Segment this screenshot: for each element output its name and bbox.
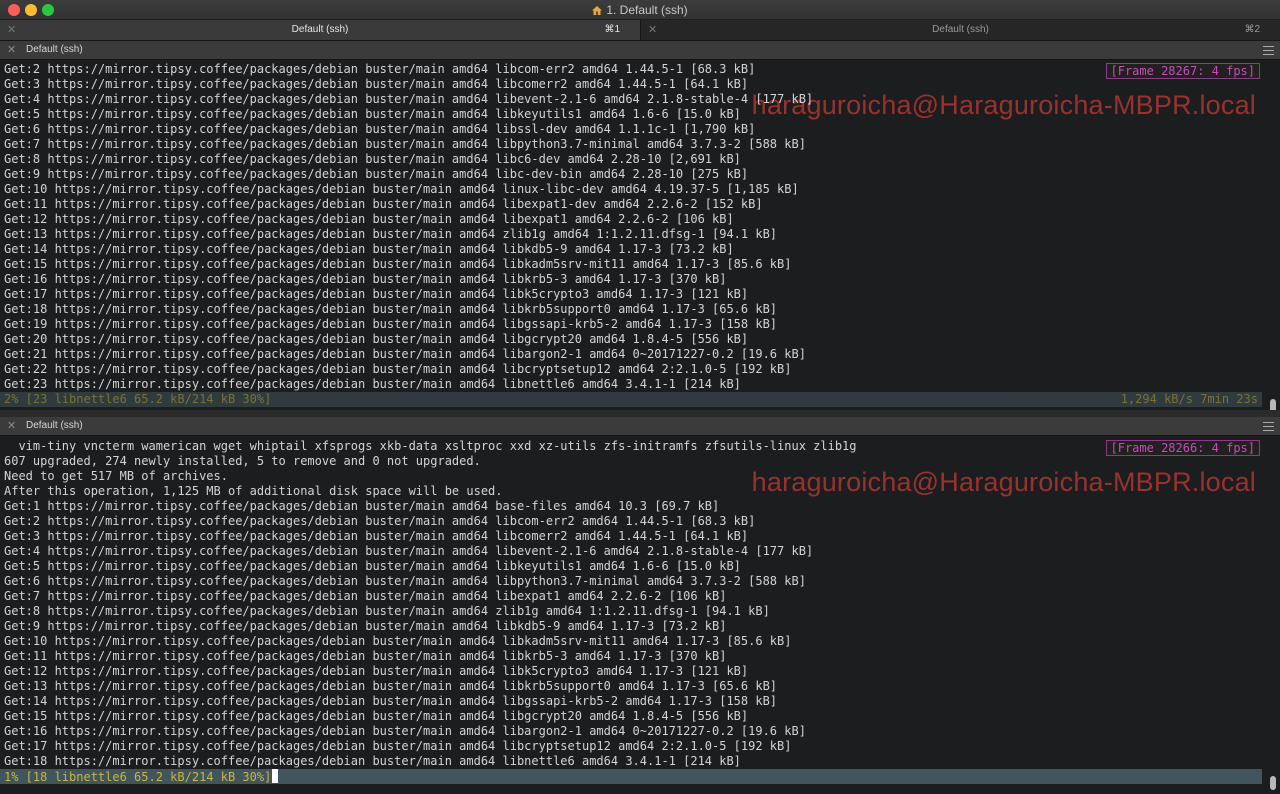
hostname-watermark: haraguroicha@Haraguroicha-MBPR.local — [751, 467, 1256, 497]
tab-shortcut: ⌘1 — [604, 24, 620, 35]
pane-divider[interactable] — [0, 410, 1280, 417]
tab-shortcut: ⌘2 — [1244, 24, 1260, 35]
pane-close-icon[interactable]: ✕ — [7, 43, 16, 56]
terminal-line: Get:7 https://mirror.tipsy.coffee/packag… — [4, 137, 806, 151]
terminal-line: vim-tiny vncterm wamerican wget whiptail… — [4, 439, 857, 453]
terminal-line: Get:13 https://mirror.tipsy.coffee/packa… — [4, 679, 778, 693]
terminal-line: Get:12 https://mirror.tipsy.coffee/packa… — [4, 212, 734, 226]
frame-rate-badge: [Frame 28266: 4 fps] — [1105, 440, 1260, 456]
tab-label: Default (ssh) — [932, 24, 989, 35]
terminal-line: Get:14 https://mirror.tipsy.coffee/packa… — [4, 242, 734, 256]
pane-close-icon[interactable]: ✕ — [7, 419, 16, 432]
terminal-line: Get:15 https://mirror.tipsy.coffee/packa… — [4, 257, 792, 271]
terminal-line: Get:5 https://mirror.tipsy.coffee/packag… — [4, 559, 741, 573]
bottom-pane-header: ✕ Default (ssh) — [0, 417, 1280, 436]
terminal-line: After this operation, 1,125 MB of additi… — [4, 484, 503, 498]
progress-status-bar: 1% [18 libnettle6 65.2 kB/214 kB 30%] — [0, 769, 1262, 784]
terminal-line: Get:10 https://mirror.tipsy.coffee/packa… — [4, 182, 799, 196]
bottom-terminal[interactable]: haraguroicha@Haraguroicha-MBPR.local vim… — [0, 437, 1268, 794]
terminal-line: Get:9 https://mirror.tipsy.coffee/packag… — [4, 619, 727, 633]
window-title: 1. Default (ssh) — [0, 3, 1280, 17]
frame-rate-badge: [Frame 28267: 4 fps] — [1105, 63, 1260, 79]
home-icon — [592, 6, 603, 15]
top-terminal[interactable]: haraguroicha@Haraguroicha-MBPR.local Get… — [0, 60, 1268, 408]
tab-2[interactable]: ✕ Default (ssh) ⌘2 — [640, 20, 1280, 40]
terminal-line: Need to get 517 MB of archives. — [4, 469, 228, 483]
terminal-line: Get:7 https://mirror.tipsy.coffee/packag… — [4, 589, 727, 603]
hostname-watermark: haraguroicha@Haraguroicha-MBPR.local — [751, 90, 1256, 120]
terminal-line: Get:8 https://mirror.tipsy.coffee/packag… — [4, 604, 770, 618]
pane-menu-icon[interactable] — [1263, 422, 1274, 431]
terminal-line: Get:16 https://mirror.tipsy.coffee/packa… — [4, 724, 806, 738]
terminal-line: Get:4 https://mirror.tipsy.coffee/packag… — [4, 92, 814, 106]
tab-bar: ✕ Default (ssh) ⌘1 ✕ Default (ssh) ⌘2 — [0, 20, 1280, 41]
terminal-line: Get:1 https://mirror.tipsy.coffee/packag… — [4, 499, 720, 513]
terminal-line: Get:15 https://mirror.tipsy.coffee/packa… — [4, 709, 749, 723]
terminal-line: Get:8 https://mirror.tipsy.coffee/packag… — [4, 152, 741, 166]
pane-title: Default (ssh) — [26, 420, 83, 431]
download-speed: 1,294 kB/s 7min 23s — [1120, 392, 1258, 406]
terminal-line: Get:18 https://mirror.tipsy.coffee/packa… — [4, 754, 741, 768]
terminal-line: Get:10 https://mirror.tipsy.coffee/packa… — [4, 634, 792, 648]
terminal-line: Get:2 https://mirror.tipsy.coffee/packag… — [4, 514, 756, 528]
progress-text: 1% [18 libnettle6 65.2 kB/214 kB 30%] — [4, 769, 279, 785]
pane-menu-icon[interactable] — [1263, 46, 1274, 55]
terminal-line: Get:22 https://mirror.tipsy.coffee/packa… — [4, 362, 792, 376]
terminal-line: Get:9 https://mirror.tipsy.coffee/packag… — [4, 167, 749, 181]
terminal-line: Get:20 https://mirror.tipsy.coffee/packa… — [4, 332, 749, 346]
progress-text-value: 1% [18 libnettle6 65.2 kB/214 kB 30%] — [4, 770, 272, 784]
terminal-line: Get:16 https://mirror.tipsy.coffee/packa… — [4, 272, 727, 286]
terminal-line: Get:2 https://mirror.tipsy.coffee/packag… — [4, 62, 756, 76]
text-cursor — [272, 769, 279, 783]
window-title-text: 1. Default (ssh) — [606, 3, 688, 17]
terminal-line: Get:11 https://mirror.tipsy.coffee/packa… — [4, 197, 763, 211]
terminal-line: Get:18 https://mirror.tipsy.coffee/packa… — [4, 302, 778, 316]
tab-1[interactable]: ✕ Default (ssh) ⌘1 — [0, 20, 640, 40]
terminal-line: Get:5 https://mirror.tipsy.coffee/packag… — [4, 107, 741, 121]
terminal-line: Get:11 https://mirror.tipsy.coffee/packa… — [4, 649, 727, 663]
terminal-line: Get:17 https://mirror.tipsy.coffee/packa… — [4, 287, 749, 301]
terminal-line: Get:19 https://mirror.tipsy.coffee/packa… — [4, 317, 778, 331]
terminal-line: Get:6 https://mirror.tipsy.coffee/packag… — [4, 574, 806, 588]
terminal-line: Get:17 https://mirror.tipsy.coffee/packa… — [4, 739, 792, 753]
terminal-line: Get:6 https://mirror.tipsy.coffee/packag… — [4, 122, 756, 136]
title-bar: 1. Default (ssh) — [0, 0, 1280, 20]
terminal-line: 607 upgraded, 274 newly installed, 5 to … — [4, 454, 481, 468]
top-pane-header: ✕ Default (ssh) — [0, 41, 1280, 60]
progress-text: 2% [23 libnettle6 65.2 kB/214 kB 30%] — [4, 392, 272, 406]
pane-title: Default (ssh) — [26, 44, 83, 55]
terminal-line: Get:23 https://mirror.tipsy.coffee/packa… — [4, 377, 741, 391]
bottom-scrollbar[interactable] — [1270, 776, 1276, 790]
terminal-line: Get:14 https://mirror.tipsy.coffee/packa… — [4, 694, 778, 708]
terminal-line: Get:13 https://mirror.tipsy.coffee/packa… — [4, 227, 778, 241]
terminal-line: Get:3 https://mirror.tipsy.coffee/packag… — [4, 529, 749, 543]
terminal-line: Get:4 https://mirror.tipsy.coffee/packag… — [4, 544, 814, 558]
terminal-line: Get:12 https://mirror.tipsy.coffee/packa… — [4, 664, 749, 678]
terminal-line: Get:3 https://mirror.tipsy.coffee/packag… — [4, 77, 749, 91]
terminal-line: Get:21 https://mirror.tipsy.coffee/packa… — [4, 347, 806, 361]
tab-label: Default (ssh) — [291, 24, 349, 35]
progress-status-bar: 2% [23 libnettle6 65.2 kB/214 kB 30%] 1,… — [0, 392, 1262, 407]
